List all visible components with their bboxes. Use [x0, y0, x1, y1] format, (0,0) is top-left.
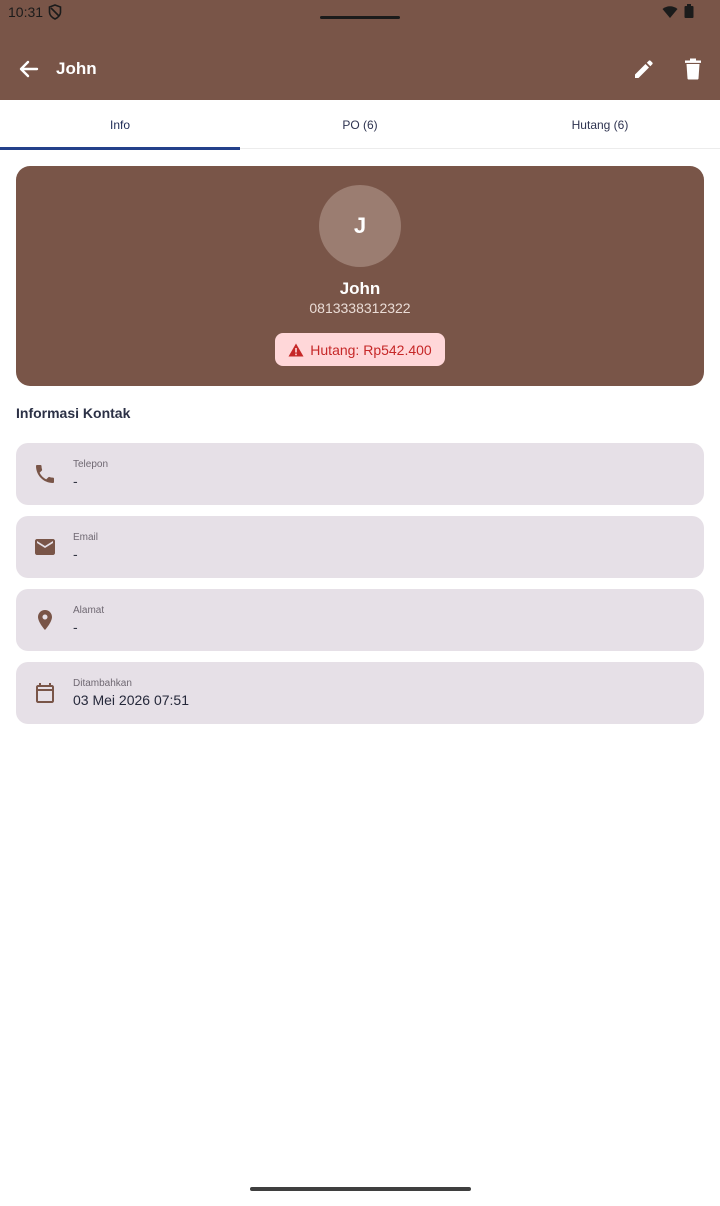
- tab-po-label: PO (6): [342, 117, 378, 132]
- tab-info[interactable]: Info: [0, 100, 240, 150]
- tab-hutang-label: Hutang (6): [571, 117, 629, 132]
- status-bar: 10:31: [0, 0, 720, 24]
- arrow-left-icon: [19, 60, 39, 78]
- calendar-icon: [36, 683, 54, 703]
- info-label-phone: Telepon: [73, 459, 109, 470]
- debt-amount: Hutang: Rp542.400: [310, 341, 432, 358]
- delete-button[interactable]: [678, 53, 708, 85]
- trash-icon: [685, 58, 701, 80]
- location-pin-icon: [38, 610, 52, 630]
- info-value-added-date: 03 Mei 2026 07:51: [73, 692, 189, 708]
- avatar: J: [319, 185, 401, 267]
- info-label-address: Alamat: [73, 605, 105, 616]
- tab-active-indicator: [0, 147, 240, 150]
- pencil-icon: [635, 60, 653, 78]
- edit-button[interactable]: [628, 53, 660, 85]
- page-title: John: [56, 59, 97, 78]
- warning-icon: [288, 343, 304, 356]
- profile-card: J John 0813338312322 Hutang: Rp542.400: [16, 166, 704, 386]
- contact-section-title: Informasi Kontak: [16, 405, 131, 421]
- info-label-email: Email: [73, 532, 99, 543]
- profile-phone: 0813338312322: [309, 300, 411, 316]
- info-row-email: Email -: [16, 516, 704, 578]
- avatar-initial: J: [353, 213, 367, 238]
- tab-hutang[interactable]: Hutang (6): [480, 100, 720, 149]
- info-value-address: -: [73, 619, 78, 635]
- info-value-email: -: [73, 546, 78, 562]
- phone-icon: [36, 465, 54, 483]
- wifi-icon: [662, 6, 678, 18]
- tab-info-label: Info: [109, 117, 130, 132]
- email-icon: [35, 539, 55, 555]
- info-row-added-date: Ditambahkan 03 Mei 2026 07:51: [16, 662, 704, 724]
- status-time: 10:31: [8, 4, 44, 20]
- camera-notch: [320, 16, 400, 19]
- info-row-address: Alamat -: [16, 589, 704, 651]
- home-indicator[interactable]: [250, 1187, 471, 1191]
- battery-icon: [684, 4, 694, 18]
- info-row-phone: Telepon -: [16, 443, 704, 505]
- profile-name: John: [339, 279, 381, 298]
- app-bar: 10:31 John: [0, 0, 720, 100]
- tab-bar: Info PO (6) Hutang (6): [0, 100, 720, 150]
- shield-icon: [48, 4, 62, 20]
- info-value-phone: -: [73, 473, 78, 489]
- info-label-added-date: Ditambahkan: [73, 678, 132, 689]
- back-button[interactable]: [14, 54, 44, 84]
- debt-badge: Hutang: Rp542.400: [275, 333, 445, 366]
- tab-po[interactable]: PO (6): [240, 100, 480, 149]
